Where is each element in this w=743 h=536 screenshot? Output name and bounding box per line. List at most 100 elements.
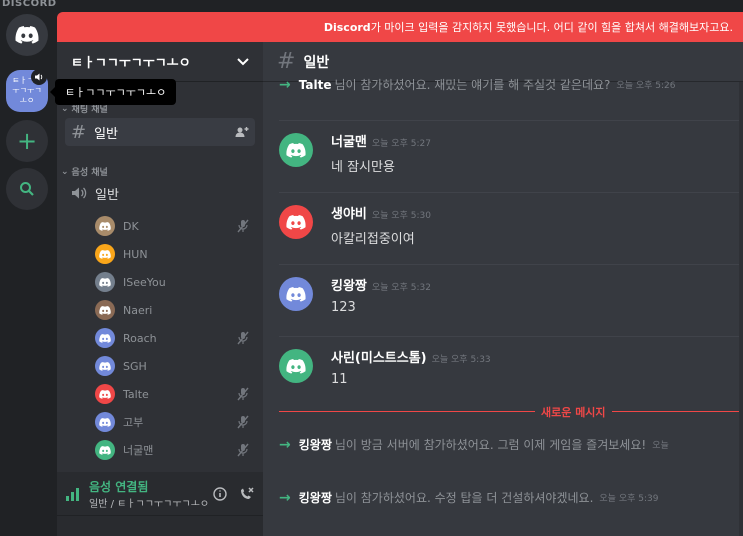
- speaker-icon: [72, 187, 87, 199]
- voice-user[interactable]: 너굴맨: [95, 436, 255, 464]
- message-time: 오늘 오후 5:30: [371, 211, 431, 221]
- join-arrow-icon: →: [279, 489, 291, 506]
- message-text: 11: [331, 372, 348, 387]
- system-message: → 킹왕짱 님이 참가하셨어요. 수정 탑을 더 건설하셔야겠네요. 오늘 오후…: [279, 489, 659, 506]
- voice-user-name: SGH: [123, 359, 147, 373]
- join-arrow-icon: →: [279, 76, 291, 93]
- avatar[interactable]: [279, 205, 313, 239]
- discord-logo-icon: [286, 142, 306, 158]
- voice-connection-panel: 음성 연결됨 일반 / ㅌㅏㄱㄱㅜㄱㅜㄱㅗㅇ: [57, 472, 263, 516]
- discord-logo-icon: [286, 358, 306, 374]
- message-text: 아칼리접중이여: [331, 232, 415, 247]
- avatar: [95, 216, 115, 236]
- chat-message: 사린(미스트스톰) 오늘 오후 5:33 11: [279, 336, 739, 408]
- user-panel: [57, 516, 263, 536]
- server-name: ㅌㅏㄱㄱㅜㄱㅜㄱㅗㅇ: [71, 56, 191, 71]
- scrollbar[interactable]: [739, 82, 743, 536]
- muted-mic-icon: [237, 387, 249, 401]
- server-tooltip: ㅌㅏㄱㄱㅜㄱㅜㄱㅗㅇ: [49, 79, 177, 105]
- new-messages-divider: 새로운 메시지: [279, 404, 743, 420]
- chat-message: 킹왕짱 오늘 오후 5:32 123: [279, 264, 739, 336]
- voice-user-name: Talte: [123, 387, 149, 401]
- voice-location[interactable]: 일반 / ㅌㅏㄱㄱㅜㄱㅜㄱㅗㅇ: [89, 495, 209, 510]
- signal-icon[interactable]: [65, 486, 81, 502]
- voice-channel-general[interactable]: 일반: [65, 179, 255, 207]
- voice-user[interactable]: Roach: [95, 324, 255, 352]
- discord-logo-icon: [15, 26, 39, 44]
- voice-user[interactable]: 고부: [95, 408, 255, 436]
- chevron-down-icon: ⌄: [61, 166, 69, 177]
- join-arrow-icon: →: [279, 436, 291, 453]
- chevron-down-icon: [237, 57, 249, 65]
- avatar: [95, 300, 115, 320]
- message-author[interactable]: 사린(미스트스톰): [331, 351, 427, 366]
- channel-sidebar: ㅌㅏㄱㄱㅜㄱㅜㄱㅗㅇ ⌄ 채팅 채널 # 일반 ⌄ 음성 채널 일반 DK HUN IS…: [57, 42, 263, 536]
- message-author[interactable]: 너굴맨: [331, 135, 367, 150]
- avatar: [95, 412, 115, 432]
- system-message: → 킹왕짱 님이 방금 서버에 참가하셨어요. 그럼 이제 게임을 즐겨보세요!…: [279, 436, 669, 453]
- message-text: 123: [331, 300, 356, 315]
- avatar: [95, 356, 115, 376]
- avatar: [95, 244, 115, 264]
- muted-mic-icon: [237, 219, 249, 233]
- message-text: 네 잠시만용: [331, 160, 395, 175]
- avatar[interactable]: [279, 349, 313, 383]
- channel-title: 일반: [303, 54, 330, 71]
- hash-icon: #: [277, 49, 296, 74]
- message-author[interactable]: 생야비: [331, 207, 367, 222]
- message-time: 오늘 오후 5:27: [371, 139, 431, 149]
- muted-mic-icon: [237, 331, 249, 345]
- muted-mic-icon: [237, 443, 249, 457]
- plus-icon: +: [16, 127, 38, 155]
- avatar: [95, 328, 115, 348]
- voice-user[interactable]: SGH: [95, 352, 255, 380]
- voice-user[interactable]: Talte: [95, 380, 255, 408]
- chevron-down-icon: ⌄: [61, 103, 69, 114]
- server-header[interactable]: ㅌㅏㄱㄱㅜㄱㅜㄱㅗㅇ: [57, 42, 263, 82]
- text-channel-label: 일반: [94, 126, 119, 142]
- new-messages-label: 새로운 메시지: [535, 404, 612, 420]
- search-icon: [20, 182, 34, 196]
- notice-banner: Discord 가 마이크 입력을 감지하지 못했습니다. 어디 같이 힘을 합쳐…: [57, 12, 743, 42]
- chat-area: # 일반 → Talte 님이 참가하셨어요. 재밌는 얘기를 해 주실것 같은…: [263, 42, 743, 536]
- voice-active-icon: [31, 69, 47, 85]
- notice-prefix: Discord: [323, 20, 371, 34]
- avatar[interactable]: [279, 277, 313, 311]
- voice-user[interactable]: ISeeYou: [95, 268, 255, 296]
- message-time: 오늘 오후 5:33: [431, 355, 491, 365]
- brand-logo: DISCORD: [2, 0, 57, 9]
- muted-mic-icon: [237, 415, 249, 429]
- voice-user-name: Naeri: [123, 303, 153, 317]
- voice-user-name: ISeeYou: [123, 275, 166, 289]
- notice-text: 가 마이크 입력을 감지하지 못했습니다. 어디 같이 힘을 합쳐서 해결해보자…: [370, 21, 733, 34]
- voice-user-name: Roach: [123, 331, 157, 345]
- voice-user-name: 너굴맨: [123, 444, 154, 457]
- disconnect-icon[interactable]: [239, 486, 255, 501]
- chat-message: 생야비 오늘 오후 5:30 아칼리접중이여: [279, 192, 739, 264]
- voice-user-list: DK HUN ISeeYou Naeri Roach SGH Talte 고부너굴맨: [95, 212, 255, 464]
- voice-user-name: DK: [123, 219, 139, 233]
- avatar: [95, 384, 115, 404]
- text-channel-general[interactable]: # 일반: [65, 118, 255, 146]
- voice-channel-label: 일반: [95, 187, 119, 203]
- avatar: [95, 272, 115, 292]
- message-author[interactable]: 킹왕짱: [331, 279, 367, 294]
- chat-message: 너굴맨 오늘 오후 5:27 네 잠시만용: [279, 120, 739, 192]
- invite-icon[interactable]: [235, 126, 249, 138]
- add-server-button[interactable]: +: [6, 120, 48, 162]
- explore-servers-button[interactable]: [6, 168, 48, 210]
- discord-logo-icon: [286, 214, 306, 230]
- hash-icon: #: [71, 121, 87, 143]
- info-icon[interactable]: [213, 486, 227, 501]
- voice-user[interactable]: DK: [95, 212, 255, 240]
- voice-user-name: HUN: [123, 247, 148, 261]
- home-button[interactable]: [6, 14, 48, 56]
- message-time: 오늘 오후 5:32: [371, 283, 431, 293]
- voice-user[interactable]: HUN: [95, 240, 255, 268]
- discord-logo-icon: [286, 286, 306, 302]
- system-message: → Talte 님이 참가하셨어요. 재밌는 얘기를 해 주실것 같은데요? 오…: [279, 76, 676, 93]
- avatar[interactable]: [279, 133, 313, 167]
- voice-user[interactable]: Naeri: [95, 296, 255, 324]
- category-voice-channels[interactable]: ⌄ 음성 채널: [61, 165, 108, 179]
- voice-status: 음성 연결됨: [89, 479, 149, 494]
